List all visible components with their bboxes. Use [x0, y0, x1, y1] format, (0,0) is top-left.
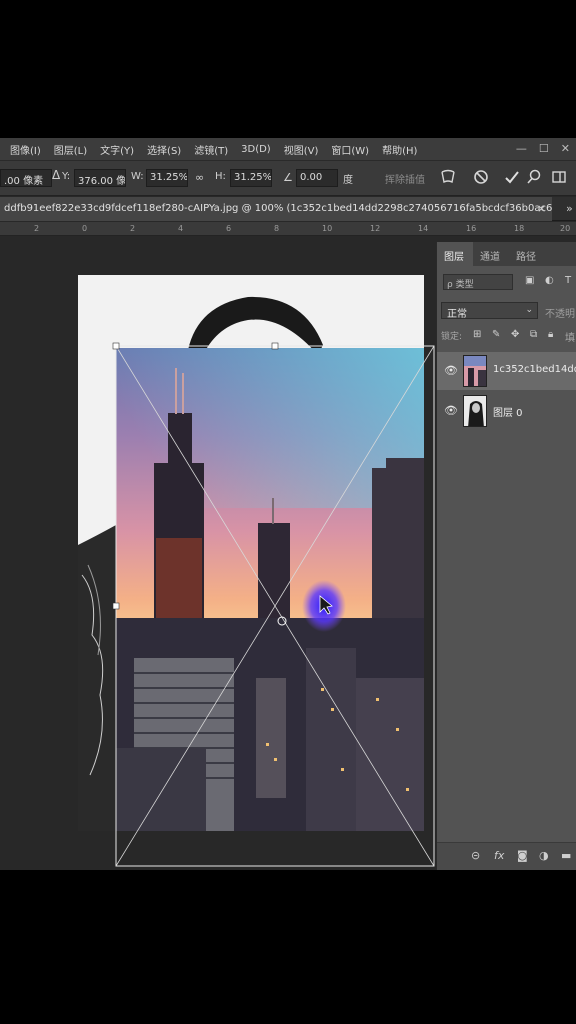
y-position-field[interactable]: 376.00 像素 — [74, 169, 126, 187]
cancel-icon[interactable] — [472, 169, 490, 187]
fill-label: 填 — [565, 333, 575, 344]
lock-position-icon[interactable]: ✥ — [511, 329, 519, 340]
y-label: Y: — [62, 171, 71, 182]
ruler-tick: 14 — [418, 224, 429, 233]
window-controls: — ☐ ✕ — [516, 142, 570, 155]
ruler-tick: 16 — [466, 224, 477, 233]
minimize-button[interactable]: — — [516, 142, 527, 155]
blend-mode-select[interactable]: 正常 ⌄ — [441, 302, 538, 320]
tab-channels[interactable]: 通道 — [480, 248, 500, 263]
commit-check-icon[interactable] — [503, 169, 521, 187]
link-icon[interactable]: ∞ — [195, 171, 204, 184]
panel-tabs: 图层 通道 路径 — [437, 242, 576, 266]
blend-mode-value: 正常 — [447, 309, 467, 320]
layer-thumbnail — [463, 355, 487, 387]
ruler-tick: 18 — [514, 224, 525, 233]
interpolation-label[interactable]: 挥除插值 — [385, 171, 425, 186]
menu-image[interactable]: 图像(I) — [10, 142, 41, 157]
layer-row-city[interactable]: 👁︎ 1c352c1bed14dd22 — [437, 352, 576, 390]
tab-paths[interactable]: 路径 — [516, 248, 536, 263]
options-bar: .00 像素 Δ Y: 376.00 像素 W: 31.25% ∞ H: 31.… — [0, 160, 576, 196]
menu-3d[interactable]: 3D(D) — [241, 144, 271, 155]
lock-artboard-icon[interactable]: ⧉ — [530, 329, 537, 340]
height-label: H: — [215, 171, 226, 182]
angle-unit: 度 — [343, 175, 353, 186]
workspace-icon[interactable] — [550, 169, 568, 187]
maximize-button[interactable]: ☐ — [539, 142, 549, 155]
adjustment-filter-icon[interactable]: ◐ — [545, 275, 554, 286]
filter-row: ρ 类型 ▣ ◐ T — [437, 266, 576, 296]
link-icon[interactable]: ⊝ — [471, 849, 480, 862]
lock-all-icon[interactable]: 🔒︎ — [548, 329, 553, 340]
menu-view[interactable]: 视图(V) — [284, 142, 319, 157]
tab-close-icon[interactable]: × — [537, 202, 546, 215]
lock-label: 锁定: — [441, 332, 463, 342]
layers-panel: 图层 通道 路径 ρ 类型 ▣ ◐ T 正常 ⌄ 不透明 锁定: ⊞ ✎ ✥ ⧉… — [436, 242, 576, 870]
menu-window[interactable]: 窗口(W) — [331, 142, 369, 157]
tab-layers[interactable]: 图层 — [444, 248, 464, 263]
height-field[interactable]: 31.25% — [230, 169, 272, 187]
blend-row: 正常 ⌄ 不透明 — [437, 296, 576, 324]
adjustment-icon[interactable]: ◑ — [539, 849, 549, 862]
type-filter-icon[interactable]: T — [565, 275, 571, 286]
menu-filter[interactable]: 滤镜(T) — [194, 142, 228, 157]
ruler-tick: 10 — [322, 224, 333, 233]
layer-thumbnail — [463, 395, 487, 427]
ruler-tick: 8 — [274, 224, 280, 233]
menu-layer[interactable]: 图层(L) — [54, 142, 87, 157]
layer-name[interactable]: 1c352c1bed14dd22 — [493, 364, 576, 375]
photoshop-window: 图像(I) 图层(L) 文字(Y) 选择(S) 滤镜(T) 3D(D) 视图(V… — [0, 138, 576, 870]
angle-field[interactable]: 0.00 — [296, 169, 338, 187]
layer-row-portrait[interactable]: 👁︎ 图层 0 — [437, 392, 576, 430]
lock-row: 锁定: ⊞ ✎ ✥ ⧉ 🔒︎ 填 — [437, 324, 576, 348]
search-icon[interactable] — [525, 169, 543, 187]
mask-icon[interactable]: ◙ — [517, 849, 528, 862]
x-position-field[interactable]: .00 像素 — [0, 169, 52, 187]
document-canvas[interactable] — [78, 275, 424, 831]
document-tab-bar: ddfb91eef822e33cd9fdcef118ef280-cAIPYa.j… — [0, 197, 576, 221]
ruler-tick: 2 — [34, 224, 40, 233]
layer-name[interactable]: 图层 0 — [493, 404, 523, 419]
delta-icon: Δ — [52, 168, 61, 182]
chevron-down-icon: ⌄ — [525, 305, 533, 315]
visibility-eye-icon[interactable]: 👁︎ — [444, 404, 458, 417]
horizontal-ruler: 2 0 2 4 6 8 10 12 14 16 18 20 — [0, 222, 576, 236]
image-filter-icon[interactable]: ▣ — [525, 275, 534, 286]
menu-type[interactable]: 文字(Y) — [100, 142, 134, 157]
opacity-label: 不透明 — [545, 309, 575, 320]
close-window-button[interactable]: ✕ — [561, 142, 570, 155]
tab-overflow-icon[interactable]: » — [566, 202, 573, 215]
document-tab[interactable]: ddfb91eef822e33cd9fdcef118ef280-cAIPYa.j… — [0, 197, 552, 221]
city-layer-image — [116, 348, 424, 831]
ruler-tick: 12 — [370, 224, 381, 233]
ruler-tick: 20 — [560, 224, 571, 233]
group-icon[interactable]: ▬ — [561, 849, 571, 862]
ruler-tick: 2 — [130, 224, 136, 233]
panel-footer: ⊝ fx ◙ ◑ ▬ — [437, 842, 576, 870]
menu-bar: 图像(I) 图层(L) 文字(Y) 选择(S) 滤镜(T) 3D(D) 视图(V… — [0, 138, 576, 160]
width-label: W: — [131, 171, 144, 182]
visibility-eye-icon[interactable]: 👁︎ — [444, 364, 458, 377]
angle-icon: ∠ — [283, 171, 293, 184]
layer-kind-filter[interactable]: ρ 类型 — [443, 274, 513, 290]
ruler-tick: 0 — [82, 224, 88, 233]
fx-icon[interactable]: fx — [494, 849, 504, 862]
canvas-workspace[interactable] — [0, 236, 436, 870]
width-field[interactable]: 31.25% — [146, 169, 188, 187]
ruler-tick: 4 — [178, 224, 184, 233]
ruler-tick: 6 — [226, 224, 232, 233]
menu-help[interactable]: 帮助(H) — [382, 142, 417, 157]
menu-select[interactable]: 选择(S) — [147, 142, 181, 157]
lock-transparent-icon[interactable]: ⊞ — [473, 329, 481, 340]
warp-icon[interactable] — [439, 169, 457, 187]
lock-pixels-icon[interactable]: ✎ — [492, 329, 500, 340]
